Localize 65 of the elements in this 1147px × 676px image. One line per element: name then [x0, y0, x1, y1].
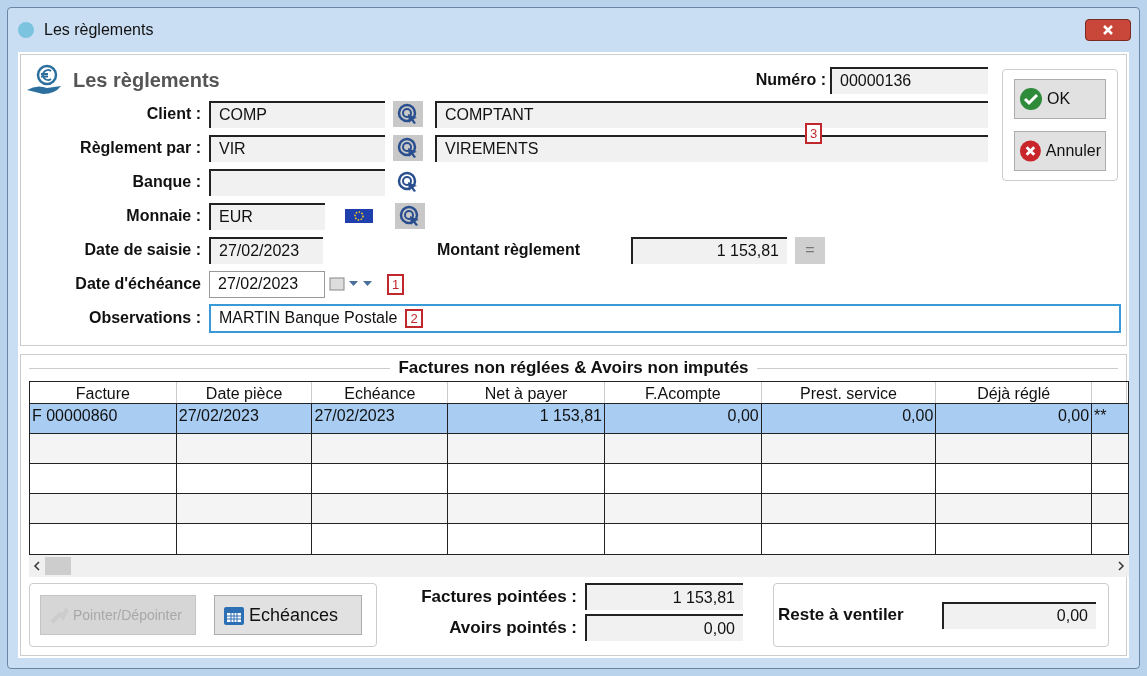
- schedule-button[interactable]: Echéances: [214, 595, 362, 635]
- column-header[interactable]: F.Acompte: [604, 382, 762, 403]
- number-marker: 1: [387, 274, 405, 295]
- total-label: Avoirs pointés :: [448, 616, 577, 639]
- target-pointer-icon[interactable]: [395, 203, 425, 229]
- field-label: Montant règlement: [437, 240, 582, 260]
- ok-button[interactable]: OK: [1014, 79, 1106, 119]
- table-cell: 27/02/2023: [176, 404, 313, 433]
- field-label: Monnaie :: [125, 206, 202, 226]
- target-pointer-icon[interactable]: [393, 101, 423, 127]
- scroll-left-icon[interactable]: [33, 561, 41, 571]
- text-field[interactable]: VIR: [209, 134, 385, 162]
- app-icon: [16, 20, 36, 40]
- column-header[interactable]: Prest. service: [761, 382, 937, 403]
- column-header[interactable]: Facture: [30, 382, 177, 403]
- field-value: MARTIN Banque Postale: [219, 308, 398, 328]
- text-field[interactable]: 27/02/2023: [209, 270, 325, 298]
- field-label: Date de saisie :: [83, 240, 202, 260]
- text-field[interactable]: 1 153,81: [631, 236, 787, 264]
- text-field[interactable]: [209, 168, 385, 196]
- scroll-right-icon[interactable]: [1117, 561, 1125, 571]
- total-label: Reste à ventiler: [778, 604, 905, 627]
- horizontal-scrollbar[interactable]: [29, 555, 1129, 577]
- text-field[interactable]: 1 153,81: [585, 583, 743, 610]
- number-marker: 3: [805, 122, 823, 144]
- close-button[interactable]: [1085, 19, 1131, 41]
- window-title: Les règlements: [44, 20, 154, 40]
- scrollbar-thumb[interactable]: [45, 557, 71, 575]
- flag-icon: [345, 209, 373, 223]
- text-field[interactable]: MARTIN Banque Postale 2: [209, 303, 1121, 333]
- cancel-button[interactable]: Annuler: [1014, 131, 1106, 171]
- number-marker: 2: [405, 308, 423, 328]
- field-label: Date d'échéance: [74, 274, 202, 294]
- form-title: Les règlements: [73, 68, 220, 93]
- field-label: Observations :: [87, 308, 202, 328]
- text-field[interactable]: 0,00: [585, 614, 743, 641]
- table-cell: 0,00: [604, 404, 762, 433]
- close-icon: [1102, 24, 1114, 36]
- table-cell: 0,00: [936, 404, 1093, 433]
- field-label: Banque :: [131, 172, 202, 192]
- column-header[interactable]: Date pièce: [176, 382, 313, 403]
- checkmark-icon: [1019, 87, 1043, 111]
- field-label: Règlement par :: [79, 138, 202, 158]
- target-pointer-icon[interactable]: [393, 135, 423, 161]
- table-cell: 27/02/2023: [312, 404, 449, 433]
- column-header[interactable]: Echéance: [312, 382, 449, 403]
- text-field[interactable]: EUR: [209, 202, 325, 230]
- table-cell: F 00000860: [30, 404, 177, 433]
- calendar-icon: [223, 604, 245, 626]
- text-field[interactable]: COMPTANT: [435, 100, 988, 128]
- field-label: Numéro :: [755, 71, 827, 88]
- field-label: Client :: [145, 104, 202, 124]
- table-cell: 1 153,81: [448, 404, 605, 433]
- total-label: Factures pointées :: [420, 585, 577, 608]
- table-row[interactable]: F 00000860 27/02/2023 27/02/2023 1 153,81 0,00 0,00 0,00 **: [30, 404, 1128, 434]
- column-header[interactable]: Déjà réglé: [936, 382, 1093, 403]
- table-cell: 0,00: [761, 404, 937, 433]
- cancel-icon: [1019, 139, 1042, 163]
- column-header[interactable]: Net à payer: [448, 382, 605, 403]
- text-field[interactable]: COMP: [209, 100, 385, 128]
- text-field[interactable]: 00000136: [830, 66, 988, 94]
- text-field[interactable]: 27/02/2023: [209, 236, 323, 264]
- table-cell-text: **: [1093, 406, 1108, 426]
- section-title: Factures non réglées & Avoirs non imputés: [397, 357, 750, 380]
- text-field[interactable]: 0,00: [942, 601, 1096, 629]
